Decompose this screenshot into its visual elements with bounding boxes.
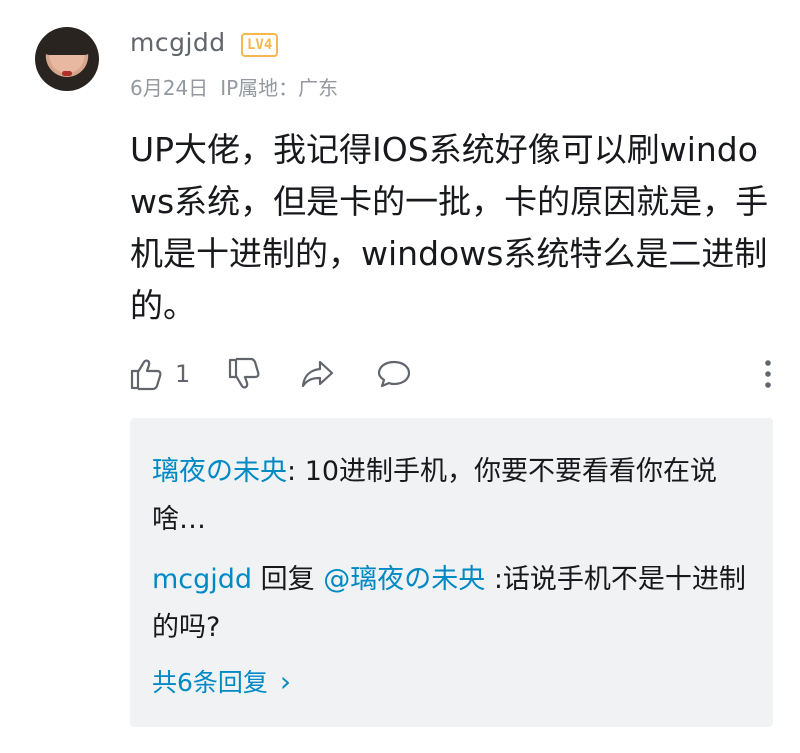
avatar-mouth bbox=[62, 71, 72, 76]
reply-author[interactable]: 璃夜の未央 bbox=[152, 456, 287, 487]
comment-icon bbox=[377, 360, 411, 388]
reply-button[interactable] bbox=[376, 356, 412, 392]
reply-preview-box[interactable]: 璃夜の未央: 10进制手机，你要不要看看你在说啥… mcgjdd 回复 @璃夜の… bbox=[130, 418, 773, 727]
ip-location: IP属地：广东 bbox=[220, 76, 339, 100]
reply-mention[interactable]: @璃夜の未央 bbox=[323, 564, 485, 595]
level-badge: LV4 bbox=[241, 33, 279, 57]
share-button[interactable] bbox=[300, 356, 336, 392]
total-replies-label: 共6条回复 bbox=[152, 668, 268, 697]
like-button[interactable] bbox=[128, 356, 164, 392]
chevron-right-icon: › bbox=[279, 665, 292, 698]
reply-word: 回复 bbox=[252, 564, 324, 595]
like-count: 1 bbox=[175, 360, 191, 388]
reply-item[interactable]: 璃夜の未央: 10进制手机，你要不要看看你在说啥… bbox=[152, 448, 752, 544]
avatar[interactable] bbox=[35, 27, 99, 91]
comment-meta: 6月24日 IP属地：广东 bbox=[130, 72, 350, 101]
reply-separator: : bbox=[287, 456, 305, 487]
username[interactable]: mcgjdd bbox=[130, 28, 226, 57]
dislike-button[interactable] bbox=[226, 356, 262, 392]
action-bar: 1 bbox=[128, 352, 778, 396]
view-all-replies-link[interactable]: 共6条回复 › bbox=[152, 662, 291, 703]
thumbs-up-icon bbox=[130, 359, 162, 391]
more-options-button[interactable] bbox=[758, 356, 778, 392]
comment-text: UP大佬，我记得IOS系统好像可以刷windows系统，但是卡的一批，卡的原因就… bbox=[130, 130, 769, 325]
thumbs-down-icon bbox=[228, 357, 260, 389]
share-icon bbox=[301, 360, 334, 388]
reply-author[interactable]: mcgjdd bbox=[152, 564, 252, 595]
avatar-hair bbox=[43, 29, 91, 55]
more-vertical-icon bbox=[765, 360, 771, 388]
comment-date: 6月24日 bbox=[130, 76, 209, 100]
reply-item[interactable]: mcgjdd 回复 @璃夜の未央 :话说手机不是十进制的吗? bbox=[152, 556, 752, 652]
